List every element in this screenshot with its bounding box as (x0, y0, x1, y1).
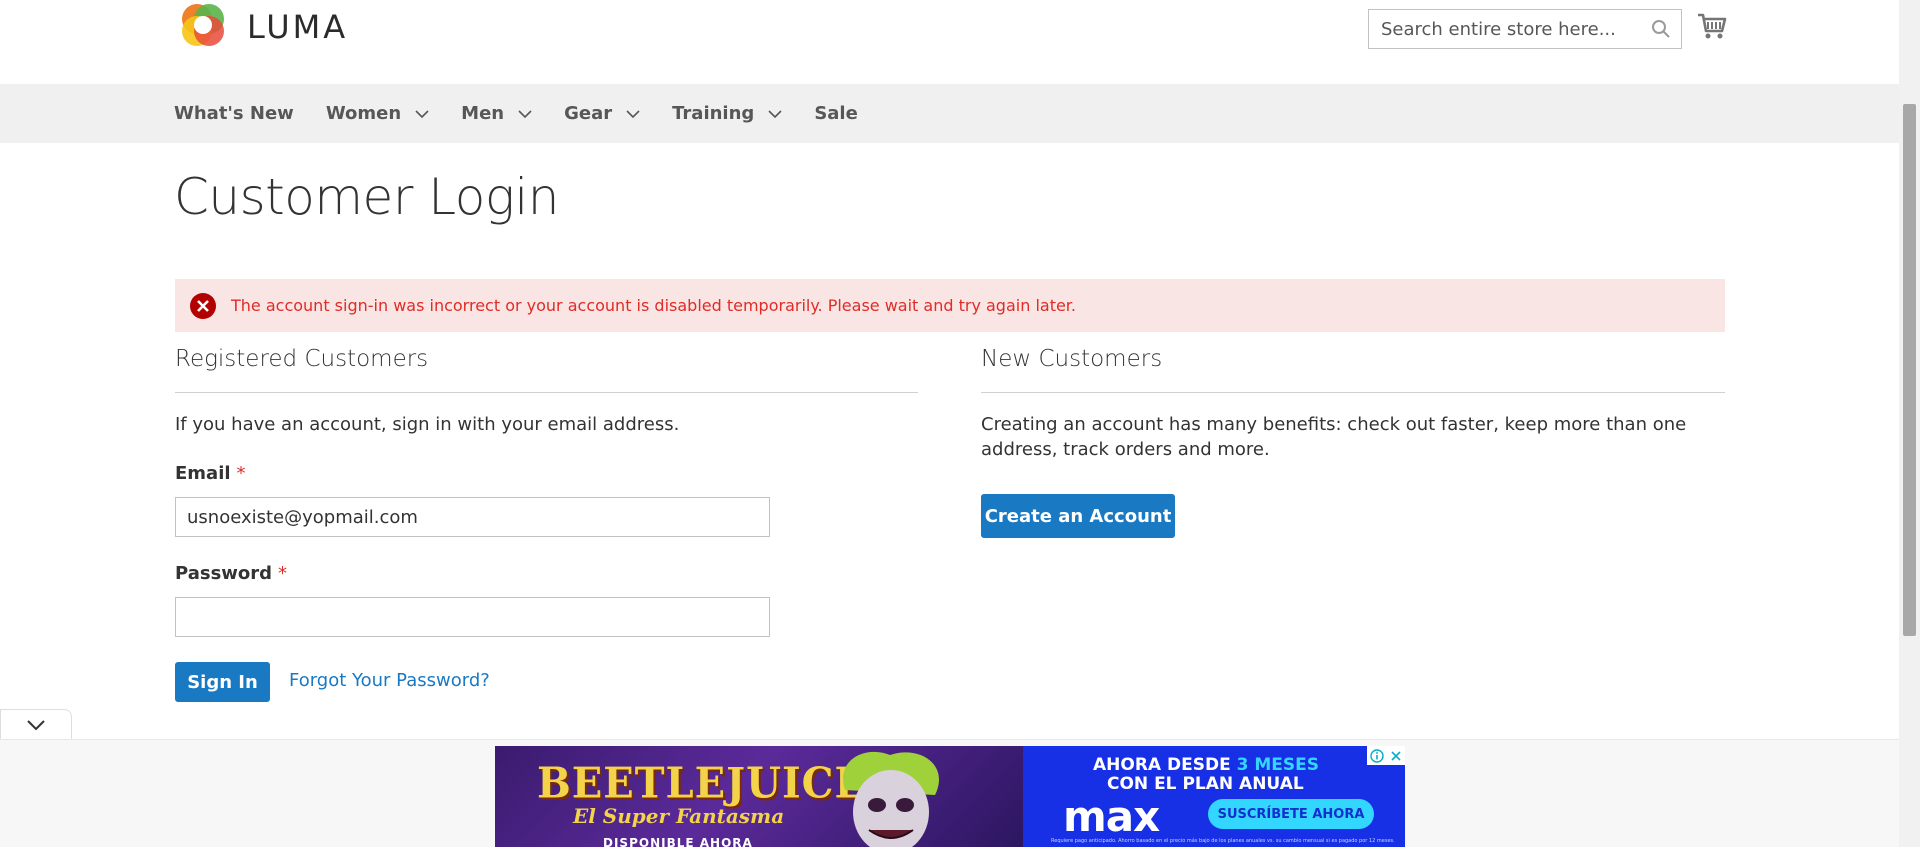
registered-intro: If you have an account, sign in with you… (175, 414, 680, 435)
ad-movie-panel: BEETLEJUICE El Super Fantasma DISPONIBLE… (495, 746, 1023, 847)
logo-text: LUMA (247, 8, 349, 46)
new-customers-title: New Customers (981, 346, 1163, 372)
site-header: LUMA Search entire store here... (0, 0, 1899, 84)
ad-headline-accent: 3 MESES (1236, 755, 1320, 775)
nav-item-label: Sale (814, 103, 858, 124)
create-account-button[interactable]: Create an Account (981, 494, 1175, 538)
nav-item-label: Women (325, 103, 402, 124)
ad-collapse-toggle[interactable] (0, 709, 72, 739)
error-message: The account sign-in was incorrect or you… (175, 279, 1725, 332)
new-customers-intro: Creating an account has many benefits: c… (981, 414, 1687, 460)
required-mark: * (236, 463, 246, 484)
ad-title: BEETLEJUICE (537, 758, 867, 809)
email-label: Email * (175, 463, 246, 484)
cart-icon[interactable] (1696, 10, 1728, 42)
divider (981, 392, 1725, 393)
nav-item-training[interactable]: Training (672, 103, 782, 124)
required-mark: * (278, 563, 288, 584)
ad-headline: AHORA DESDE 3 MESES (1093, 755, 1319, 775)
ad-cta-button[interactable]: SUSCRÍBETE AHORA (1208, 799, 1374, 829)
divider (175, 392, 918, 393)
sign-in-button[interactable]: Sign In (175, 662, 270, 702)
forgot-password-link[interactable]: Forgot Your Password? (289, 670, 490, 691)
page-scrollbar[interactable] (1899, 0, 1920, 847)
main-navigation: What's New Women Men Gear Training Sale (0, 84, 1899, 143)
nav-item-label: What's New (174, 103, 294, 124)
password-field[interactable] (175, 597, 770, 637)
email-field[interactable]: usnoexiste@yopmail.com (175, 497, 770, 537)
error-text: The account sign-in was incorrect or you… (231, 296, 1076, 315)
nav-item-gear[interactable]: Gear (564, 103, 640, 124)
search-input[interactable]: Search entire store here... (1368, 9, 1682, 49)
search-placeholder[interactable]: Search entire store here... (1369, 19, 1641, 40)
password-label: Password * (175, 563, 287, 584)
nav-item-label: Training (672, 103, 755, 124)
advertisement-banner[interactable]: BEETLEJUICE El Super Fantasma DISPONIBLE… (495, 746, 1405, 847)
ad-headline-text: AHORA DESDE (1093, 755, 1237, 775)
ad-offer-panel: AHORA DESDE 3 MESES CON EL PLAN ANUAL ma… (1023, 746, 1405, 847)
chevron-down-icon (768, 109, 782, 118)
ad-subtitle: El Super Fantasma (573, 804, 785, 828)
ad-fine-print: Requiere pago anticipado. Ahorro basado … (1051, 838, 1395, 844)
ad-info-icon[interactable] (1367, 746, 1386, 765)
chevron-down-icon (415, 109, 429, 118)
chevron-down-icon (27, 719, 45, 730)
scrollbar-thumb[interactable] (1903, 104, 1916, 636)
nav-item-label: Gear (564, 103, 613, 124)
ad-availability: DISPONIBLE AHORA (603, 836, 753, 847)
max-logo: max (1063, 792, 1160, 841)
error-icon (190, 292, 216, 319)
chevron-down-icon (626, 109, 640, 118)
character-face-image (843, 751, 939, 847)
email-label-text: Email (175, 463, 231, 484)
nav-item-women[interactable]: Women (326, 103, 429, 124)
luma-logo-icon (182, 4, 224, 46)
search-icon[interactable] (1641, 19, 1681, 39)
nav-item-whats-new[interactable]: What's New (174, 103, 294, 124)
ad-headline-line2: CON EL PLAN ANUAL (1107, 774, 1304, 794)
nav-items: What's New Women Men Gear Training Sale (174, 84, 890, 143)
nav-item-label: Men (461, 103, 505, 124)
chevron-down-icon (518, 109, 532, 118)
password-label-text: Password (175, 563, 273, 584)
store-logo[interactable]: LUMA (175, 0, 348, 56)
registered-customers-title: Registered Customers (175, 346, 429, 372)
page-title: Customer Login (174, 168, 559, 226)
nav-item-sale[interactable]: Sale (814, 103, 858, 124)
close-icon[interactable] (1386, 746, 1405, 765)
ad-controls (1367, 746, 1405, 765)
nav-item-men[interactable]: Men (461, 103, 532, 124)
